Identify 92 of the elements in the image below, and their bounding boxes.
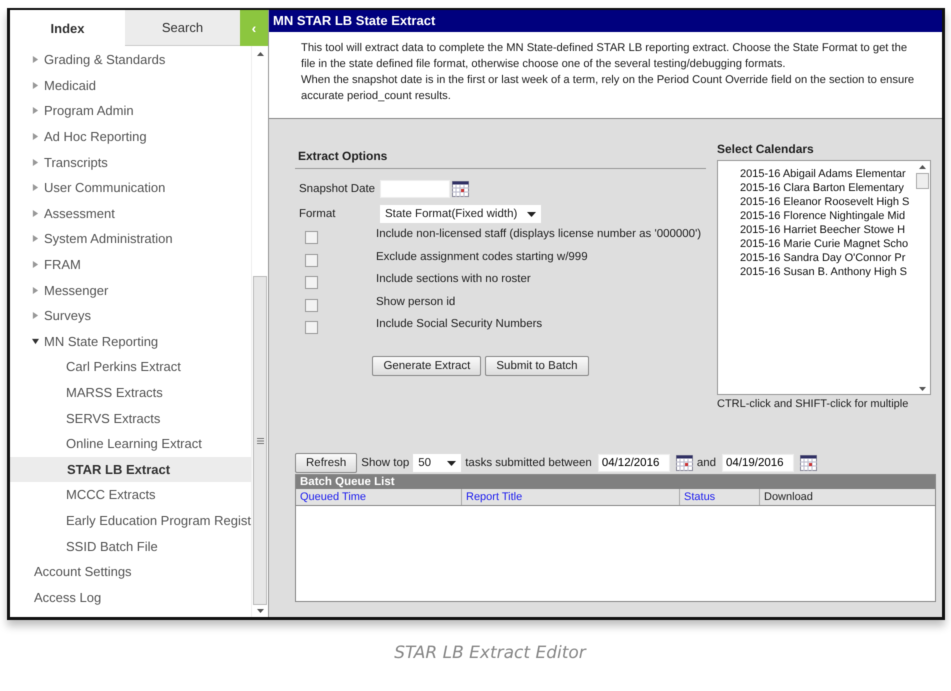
- scrollbar[interactable]: [251, 46, 268, 617]
- nav-item[interactable]: Assessment: [10, 200, 251, 226]
- nav-item[interactable]: Ad Hoc Reporting: [10, 124, 251, 150]
- column-header[interactable]: Status: [680, 489, 760, 505]
- column-header[interactable]: Report Title: [462, 489, 680, 505]
- expand-arrow-icon: [32, 133, 39, 140]
- nav-item[interactable]: Transcripts: [10, 149, 251, 175]
- checkbox[interactable]: [305, 276, 318, 289]
- nav-item[interactable]: Medicaid: [10, 72, 251, 98]
- field-label: Format: [298, 208, 336, 220]
- date-field[interactable]: [380, 180, 450, 198]
- expand-arrow-icon: [32, 56, 39, 64]
- expand-arrow-icon: [32, 286, 39, 294]
- checkbox[interactable]: [305, 298, 318, 312]
- section-heading: Extract Options: [295, 141, 706, 169]
- calendar-option[interactable]: 2015-16 Eleanor Roosevelt High S: [740, 195, 915, 209]
- nav-item[interactable]: SSID Batch File: [10, 533, 251, 559]
- checkbox-label: Show person id: [376, 296, 456, 308]
- format-dropdown[interactable]: State Format(Fixed width): [380, 205, 542, 223]
- action-button[interactable]: Generate Extract: [372, 356, 482, 376]
- nav-item[interactable]: STAR LB Extract: [10, 456, 251, 482]
- field-label: Snapshot Date: [298, 183, 376, 195]
- nav-item[interactable]: Early Education Program Regist: [10, 508, 251, 534]
- sidebar-tab[interactable]: Search: [125, 10, 240, 46]
- nav-item[interactable]: FRAM: [10, 252, 251, 278]
- range-label: tasks submitted between: [465, 457, 592, 469]
- expand-arrow-icon: [32, 184, 39, 192]
- expand-arrow-icon: [32, 107, 39, 114]
- nav-item[interactable]: Program Admin: [10, 98, 251, 124]
- calendar-option[interactable]: 2015-16 Harriet Beecher Stowe H: [740, 223, 915, 237]
- calendar-option[interactable]: 2015-16 Susan B. Anthony High S: [740, 265, 915, 279]
- grip-icon: [256, 438, 264, 444]
- nav-item[interactable]: Grading & Standards: [10, 47, 251, 73]
- and-label: and: [696, 457, 716, 469]
- description-text: When the snapshot date is in the first or last week of a term, rely on the Period Count Override field on the section to ensure accurate period_count results.: [301, 73, 916, 104]
- end-date-field[interactable]: 04/19/2016: [722, 454, 794, 472]
- nav-item[interactable]: Online Learning Extract: [10, 430, 251, 456]
- section-heading: Select Calendars: [717, 142, 815, 156]
- action-button[interactable]: Submit to Batch: [485, 356, 589, 376]
- checkbox-label: Include sections with no roster: [376, 273, 531, 285]
- nav-item[interactable]: User Communication: [10, 174, 251, 201]
- description-text: This tool will extract data to complete the MN State-defined STAR LB reporting extract. Choose the State Format to get the file in the state defined file format, otherwise choose one of the several testing/debugging formats.: [301, 41, 908, 72]
- scroll-up-icon[interactable]: [256, 52, 264, 56]
- refresh-button[interactable]: Refresh: [295, 453, 358, 473]
- expand-arrow-icon: [32, 338, 39, 345]
- checkbox[interactable]: [305, 321, 318, 334]
- nav-item[interactable]: MARSS Extracts: [10, 380, 251, 406]
- nav-item[interactable]: Access Log: [10, 584, 251, 610]
- checkbox-label: Exclude assignment codes starting w/999: [376, 250, 588, 262]
- checkbox[interactable]: [305, 254, 318, 266]
- start-date-field[interactable]: 04/12/2016: [598, 454, 670, 472]
- expand-arrow-icon: [32, 82, 39, 89]
- nav-item[interactable]: MCCC Extracts: [10, 482, 251, 508]
- scroll-down-icon[interactable]: [256, 609, 264, 613]
- calendar-option[interactable]: 2015-16 Sandra Day O'Connor Pr: [740, 251, 915, 265]
- checkbox-label: Include non-licensed staff (displays license number as '000000'): [376, 228, 702, 240]
- nav-item[interactable]: Account Settings: [10, 558, 251, 584]
- nav-item[interactable]: MN State Reporting: [10, 328, 251, 354]
- expand-arrow-icon: [32, 261, 39, 268]
- nav-item[interactable]: System Administration: [10, 226, 251, 252]
- scrollbar-thumb[interactable]: [253, 276, 267, 605]
- expand-arrow-icon: [32, 235, 39, 242]
- calendar-option[interactable]: 2015-16 Marie Curie Magnet Scho: [740, 237, 915, 251]
- calendar-icon[interactable]: [676, 455, 693, 471]
- calendar-option[interactable]: 2015-16 Clara Barton Elementary: [740, 181, 915, 195]
- calendar-option[interactable]: 2015-16 Abigail Adams Elementar: [740, 167, 915, 181]
- top-count-dropdown[interactable]: 50: [413, 454, 462, 472]
- dropdown-arrow-icon: [447, 460, 456, 466]
- figure-caption: STAR LB Extract Editor: [393, 643, 588, 663]
- nav-item[interactable]: Messenger: [10, 277, 251, 303]
- column-header: Download: [763, 490, 814, 505]
- list-title: Batch Queue List: [296, 475, 935, 489]
- scroll-up-icon[interactable]: [919, 165, 926, 169]
- scrollbar-thumb[interactable]: [916, 173, 929, 189]
- expand-arrow-icon: [32, 312, 39, 320]
- checkbox[interactable]: [305, 231, 318, 244]
- nav-item[interactable]: Carl Perkins Extract: [10, 354, 251, 380]
- column-header[interactable]: Queued Time: [296, 489, 462, 505]
- expand-arrow-icon: [32, 210, 39, 217]
- calendar-option[interactable]: 2015-16 Florence Nightingale Mid: [740, 209, 915, 223]
- scroll-down-icon[interactable]: [919, 387, 926, 391]
- nav-item[interactable]: Surveys: [10, 302, 251, 329]
- show-top-label: Show top: [361, 457, 410, 469]
- nav-item[interactable]: SERVS Extracts: [10, 405, 251, 431]
- hint-text: CTRL-click and SHIFT-click for multiple: [717, 398, 910, 410]
- calendar-icon[interactable]: [452, 181, 469, 197]
- expand-arrow-icon: [32, 158, 39, 166]
- dropdown-arrow-icon: [527, 212, 536, 216]
- calendar-listbox[interactable]: [717, 160, 931, 395]
- checkbox-label: Include Social Security Numbers: [376, 318, 542, 330]
- calendar-icon[interactable]: [800, 455, 817, 471]
- page-title: MN STAR LB State Extract: [269, 10, 942, 32]
